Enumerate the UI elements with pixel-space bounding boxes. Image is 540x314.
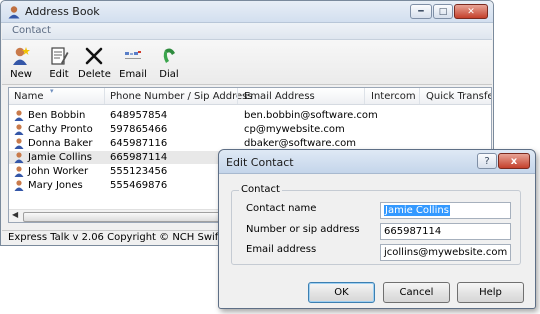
phone-icon <box>163 48 175 63</box>
delete-button[interactable]: Delete <box>78 44 111 82</box>
group-label: Contact <box>239 184 282 195</box>
contact-name-label: Contact name <box>246 203 317 214</box>
menu-contact[interactable]: Contact <box>12 25 51 36</box>
contact-name: John Worker <box>28 166 89 177</box>
close-button[interactable]: ✕ <box>454 4 488 19</box>
edit-contact-dialog: Edit Contact ? x Contact Contact name Ja… <box>218 149 536 309</box>
contact-phone: 555469876 <box>110 180 168 191</box>
help-title-button[interactable]: ? <box>477 153 497 169</box>
contact-icon <box>14 166 24 177</box>
dial-button[interactable]: Dial <box>156 44 182 82</box>
maximize-button[interactable]: □ <box>433 4 453 19</box>
maximize-icon: □ <box>438 6 448 17</box>
minimize-icon: ━ <box>418 6 424 17</box>
contact-email: cp@mywebsite.com <box>244 124 345 135</box>
sort-arrow-icon: ▾ <box>50 87 54 95</box>
address-book-icon <box>8 6 20 19</box>
column-phone[interactable]: Phone Number / Sip Address <box>110 91 253 102</box>
delete-icon <box>85 47 103 65</box>
contact-name: Jamie Collins <box>28 152 92 163</box>
email-field[interactable]: jcollins@mywebsite.com <box>380 244 511 261</box>
contact-name: Ben Bobbin <box>28 110 86 121</box>
window-title: Address Book <box>25 5 100 18</box>
contact-icon <box>14 124 24 135</box>
column-divider[interactable] <box>104 88 105 104</box>
minimize-button[interactable]: ━ <box>410 4 432 19</box>
column-divider[interactable] <box>364 88 365 104</box>
email-button[interactable]: Email <box>118 44 148 82</box>
contact-name-field[interactable]: Jamie Collins <box>380 202 511 219</box>
contact-name: Cathy Pronto <box>28 124 93 135</box>
contact-icon <box>14 110 24 121</box>
contact-icon <box>14 152 24 163</box>
toolbar: New Edit Delete Email Dial <box>2 40 492 85</box>
contact-icon <box>14 180 24 191</box>
table-row[interactable]: Cathy Pronto 597865466 cp@mywebsite.com <box>9 123 491 136</box>
contact-phone: 648957854 <box>110 110 168 121</box>
contact-icon <box>14 138 24 149</box>
contact-phone: 645987116 <box>110 138 168 149</box>
cancel-button[interactable]: Cancel <box>383 282 450 303</box>
contact-phone: 555123456 <box>110 166 168 177</box>
scroll-left-icon[interactable]: ◀ <box>12 210 18 219</box>
email-icon <box>125 51 141 59</box>
horizontal-scrollbar[interactable]: ◀ <box>9 209 220 222</box>
contact-email: ben.bobbin@software.com <box>244 110 378 121</box>
ok-button[interactable]: OK <box>308 282 375 303</box>
contact-name: Donna Baker <box>28 138 93 149</box>
contact-name: Mary Jones <box>28 180 83 191</box>
column-divider[interactable] <box>419 88 420 104</box>
list-header: Name ▾ Phone Number / Sip Address Email … <box>9 88 491 105</box>
close-icon: x <box>510 155 518 167</box>
dialog-title: Edit Contact <box>226 156 294 169</box>
selected-text: Jamie Collins <box>384 205 450 216</box>
column-quick-transfer[interactable]: Quick Transfer <box>426 91 491 102</box>
dialog-close-button[interactable]: x <box>498 153 530 169</box>
new-button[interactable]: New <box>6 44 36 82</box>
close-icon: ✕ <box>467 6 475 17</box>
column-name[interactable]: Name <box>14 91 44 102</box>
number-field[interactable]: 665987114 <box>380 223 511 240</box>
email-label: Email address <box>246 244 317 255</box>
menu-bar: Contact <box>2 23 492 40</box>
column-intercom[interactable]: Intercom <box>371 91 416 102</box>
contact-phone: 665987114 <box>110 152 168 163</box>
dialog-title-bar: Edit Contact ? x <box>219 150 535 174</box>
new-contact-icon <box>13 47 30 65</box>
help-icon: ? <box>484 155 490 167</box>
help-button[interactable]: Help <box>457 282 524 303</box>
scroll-thumb[interactable] <box>23 212 220 222</box>
column-email[interactable]: Email Address <box>244 91 315 102</box>
edit-button[interactable]: Edit <box>44 44 74 82</box>
edit-icon <box>51 47 69 65</box>
column-divider[interactable] <box>237 88 238 104</box>
number-label: Number or sip address <box>246 224 360 235</box>
table-row[interactable]: Ben Bobbin 648957854 ben.bobbin@software… <box>9 109 491 122</box>
contact-phone: 597865466 <box>110 124 168 135</box>
title-bar: Address Book ━ □ ✕ <box>1 1 493 23</box>
